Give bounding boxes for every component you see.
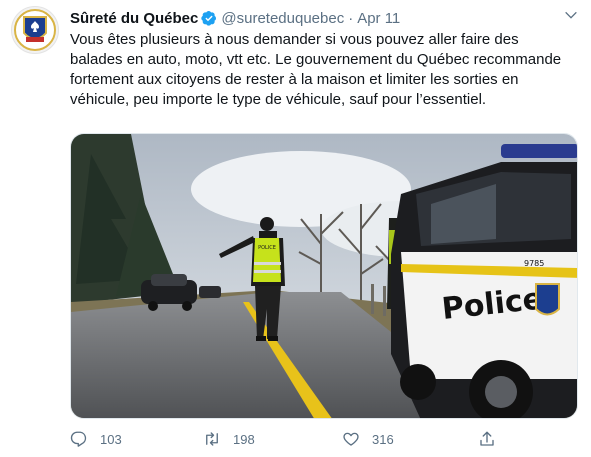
author-handle[interactable]: @sureteduquebec — [221, 10, 344, 27]
reply-count: 103 — [100, 431, 122, 447]
tweet-text: Vous êtes plusieurs à nous demander si v… — [70, 31, 562, 108]
retweet-count: 198 — [233, 431, 255, 447]
tweet[interactable]: Sûreté du Québec @sureteduquebec · Apr 1… — [0, 0, 591, 457]
like-button[interactable]: 316 — [342, 428, 394, 450]
tweet-header: Sûreté du Québec @sureteduquebec · Apr 1… — [70, 7, 400, 29]
retweet-icon — [206, 432, 218, 446]
chevron-down-icon[interactable] — [563, 7, 579, 23]
reply-icon — [70, 431, 87, 447]
author-name[interactable]: Sûreté du Québec — [70, 10, 198, 27]
tweet-photo[interactable]: POLICE Police 9785 — [70, 133, 578, 419]
like-icon — [343, 432, 359, 446]
police-checkpoint-photo: POLICE Police 9785 — [71, 134, 577, 418]
like-count: 316 — [372, 431, 394, 447]
car-plate: 9785 — [524, 259, 544, 268]
verified-badge-icon — [201, 11, 217, 26]
sq-emblem-icon — [14, 9, 56, 51]
tweet-date[interactable]: Apr 11 — [357, 10, 400, 27]
avatar[interactable] — [11, 6, 59, 54]
reply-button[interactable]: 103 — [70, 428, 122, 450]
retweet-button[interactable]: 198 — [203, 428, 255, 450]
share-icon — [480, 431, 494, 446]
separator-dot: · — [348, 9, 354, 27]
tweet-actions: 103 198 316 — [70, 428, 500, 450]
vest-label: POLICE — [258, 245, 276, 251]
share-button[interactable] — [478, 428, 508, 450]
